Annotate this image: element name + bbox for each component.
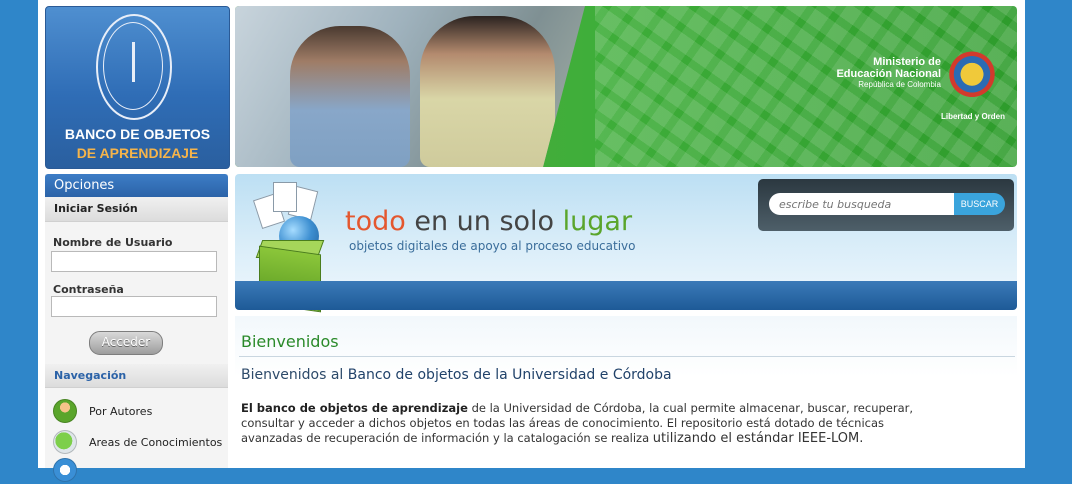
tagline-todo: todo: [345, 206, 406, 237]
user-icon: [53, 399, 77, 423]
username-label: Nombre de Usuario: [53, 236, 173, 249]
logo-title-line1: BANCO DE OBJETOS: [64, 126, 211, 142]
nav-item-third[interactable]: [53, 458, 223, 484]
description-paragraph: El banco de objetos de aprendizaje de la…: [241, 401, 921, 446]
password-label: Contraseña: [53, 283, 124, 296]
motto-text: Libertad y Orden: [940, 112, 1005, 121]
hero-bottom-bar: [235, 281, 1017, 310]
sidebar-header: Opciones: [45, 174, 228, 197]
para-bigger: utilizando el estándar IEEE-LOM.: [652, 431, 864, 446]
nav-item-areas[interactable]: Areas de Conocimientos: [53, 430, 223, 456]
ministerio-logo-text: Ministerio de Educación Nacional Repúbli…: [836, 56, 941, 90]
ministerio-line3: República de Colombia: [858, 80, 941, 89]
header-banner: Ministerio de Educación Nacional Repúbli…: [235, 6, 1017, 167]
hero-tagline: todo en un solo lugar: [345, 206, 632, 237]
site-logo[interactable]: BANCO DE OBJETOS DE APRENDIZAJE: [45, 6, 230, 169]
login-button[interactable]: Acceder: [89, 331, 163, 355]
students-photo: [235, 6, 585, 167]
nav-item-label: Por Autores: [89, 405, 153, 418]
puzzle-icon: [53, 430, 77, 454]
content-title: Bienvenidos: [241, 332, 339, 351]
para-bold: El banco de objetos de aprendizaje: [241, 401, 468, 415]
tagline-lugar: lugar: [562, 206, 633, 237]
title-divider: [239, 356, 1015, 357]
logo-title-line2: DE APRENDIZAJE: [76, 145, 199, 161]
welcome-prefix: Bienvenidos al: [241, 367, 348, 383]
search-input[interactable]: [769, 193, 954, 215]
login-section-header: Iniciar Sesión: [45, 197, 228, 222]
welcome-strong: Banco de objetos de la Universidad e Cór…: [347, 367, 672, 383]
hero-section: todo en un solo lugar objetos digitales …: [235, 174, 1017, 313]
search-panel: BUSCAR: [758, 179, 1014, 231]
sidebar: Opciones Iniciar Sesión Nombre de Usuari…: [45, 174, 228, 482]
tagline-mid: en un solo: [405, 206, 563, 237]
document-icon: [53, 458, 77, 482]
university-seal-icon: [96, 14, 172, 120]
ministerio-line1: Ministerio de: [873, 56, 941, 68]
navigation-header: Navegación: [45, 364, 228, 388]
hero-subline: objetos digitales de apoyo al proceso ed…: [349, 239, 636, 253]
nav-item-por-autores[interactable]: Por Autores: [53, 399, 223, 425]
welcome-text: Bienvenidos al Banco de objetos de la Un…: [241, 367, 672, 383]
nav-item-label: Areas de Conocimientos: [89, 436, 223, 449]
page-container: BANCO DE OBJETOS DE APRENDIZAJE Minister…: [38, 0, 1025, 482]
ministerio-line2: Educación Nacional: [836, 68, 941, 80]
username-input[interactable]: [51, 251, 217, 272]
password-input[interactable]: [51, 296, 217, 317]
search-button[interactable]: BUSCAR: [954, 193, 1005, 215]
coat-of-arms-icon: [949, 50, 995, 104]
main-content: Bienvenidos Bienvenidos al Banco de obje…: [235, 316, 1017, 468]
